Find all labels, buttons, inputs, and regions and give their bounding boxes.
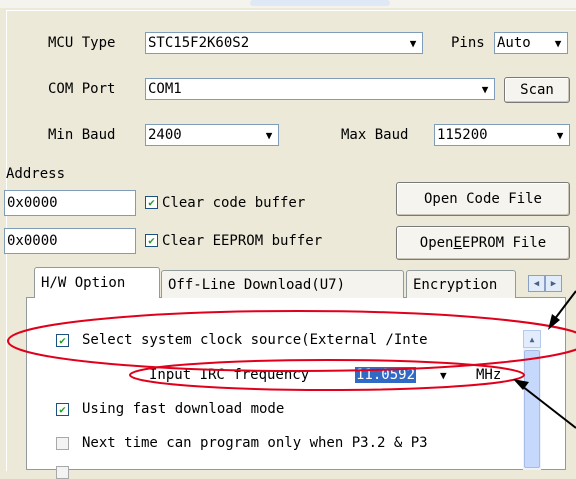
clear-code-label: Clear code buffer <box>162 195 306 211</box>
tab-encryption[interactable]: Encryption <box>406 270 516 298</box>
next-time-label: Next time can program only when P3.2 & P… <box>82 435 428 451</box>
options-scrollbar[interactable]: ▲ <box>523 330 541 470</box>
code-address-input[interactable]: 0x0000 <box>4 190 136 216</box>
chevron-down-icon[interactable]: ▼ <box>549 37 567 50</box>
clock-source-label: Select system clock source(External /Int… <box>82 332 428 348</box>
chevron-down-icon[interactable]: ▼ <box>476 83 494 96</box>
window-title-strip <box>0 0 576 8</box>
open-code-file-button[interactable]: Open Code File <box>396 182 570 216</box>
com-port-label: COM Port <box>48 81 116 97</box>
chevron-down-icon[interactable]: ▼ <box>404 37 422 50</box>
scan-button[interactable]: Scan <box>504 77 570 103</box>
irc-unit-label: MHz <box>476 367 502 383</box>
irc-frequency-label: Input IRC frequency <box>149 367 310 383</box>
com-port-value: COM1 <box>148 81 182 97</box>
min-baud-label: Min Baud <box>48 127 116 143</box>
max-baud-select[interactable]: 115200 ▼ <box>434 124 570 146</box>
arrow-right-icon[interactable]: ▶ <box>545 275 562 292</box>
clear-eeprom-checkbox[interactable]: ✔ <box>145 234 158 247</box>
clock-source-checkbox[interactable]: ✔ <box>56 334 69 347</box>
option-checkbox[interactable] <box>56 466 69 479</box>
com-port-select[interactable]: COM1 ▼ <box>145 78 495 100</box>
tab-hw-option[interactable]: H/W Option <box>34 267 160 298</box>
fast-download-label: Using fast download mode <box>82 401 285 417</box>
clear-eeprom-label: Clear EEPROM buffer <box>162 233 323 249</box>
max-baud-value: 115200 <box>437 127 488 143</box>
chevron-down-icon[interactable]: ▼ <box>440 369 447 382</box>
max-baud-label: Max Baud <box>341 127 409 143</box>
mcu-type-select[interactable]: STC15F2K60S2 ▼ <box>145 32 423 54</box>
eeprom-address-input[interactable]: 0x0000 <box>4 228 136 254</box>
min-baud-value: 2400 <box>148 127 182 143</box>
arrow-left-icon[interactable]: ◀ <box>528 275 545 292</box>
mcu-type-label: MCU Type <box>48 35 116 51</box>
scroll-up-icon[interactable]: ▲ <box>523 330 541 348</box>
scroll-thumb[interactable] <box>524 350 540 468</box>
min-baud-select[interactable]: 2400 ▼ <box>145 124 279 146</box>
mcu-type-value: STC15F2K60S2 <box>148 35 250 51</box>
pins-label: Pins <box>451 35 485 51</box>
address-label: Address <box>6 166 66 182</box>
chevron-down-icon[interactable]: ▼ <box>551 129 569 142</box>
irc-frequency-select[interactable]: 11.0592 ▼ <box>355 364 473 386</box>
irc-frequency-value[interactable]: 11.0592 <box>355 367 417 383</box>
fast-download-checkbox[interactable]: ✔ <box>56 403 69 416</box>
chevron-down-icon[interactable]: ▼ <box>260 129 278 142</box>
tab-scroll-arrows: ◀ ▶ <box>528 275 562 292</box>
pins-select[interactable]: Auto ▼ <box>494 32 568 54</box>
clear-code-checkbox[interactable]: ✔ <box>145 196 158 209</box>
pins-value: Auto <box>497 35 531 51</box>
next-time-checkbox[interactable] <box>56 437 69 450</box>
tab-offline-download[interactable]: Off-Line Download(U7) <box>161 270 404 298</box>
open-eeprom-file-button[interactable]: Open E EPROM File <box>396 226 570 260</box>
